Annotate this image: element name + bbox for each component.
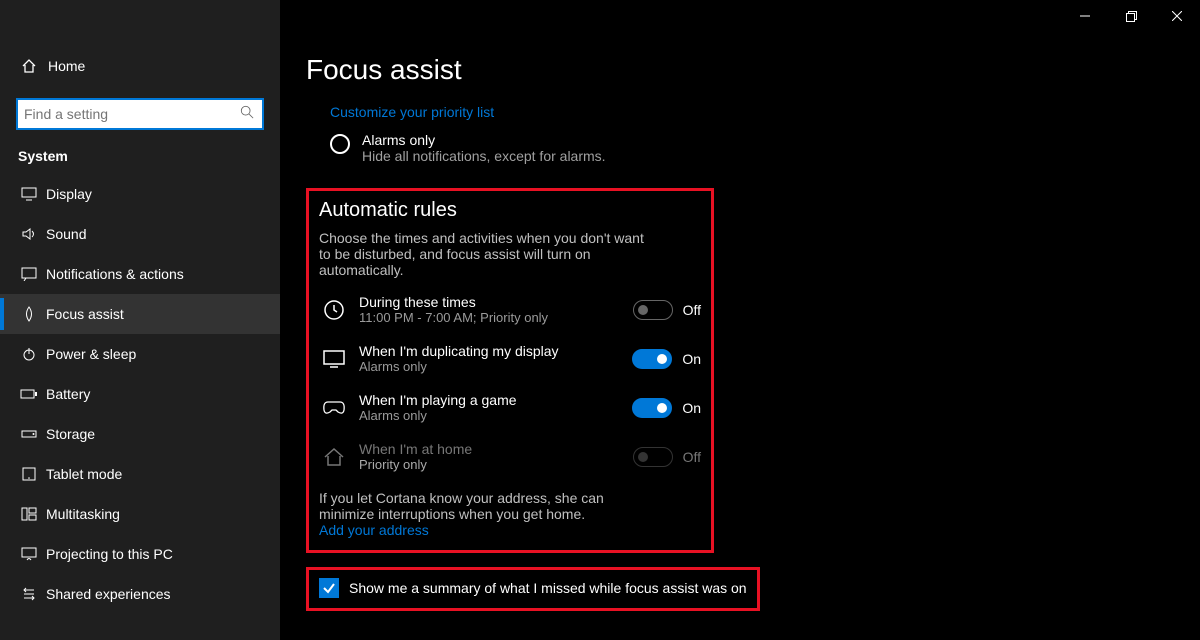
rule-during-these-times[interactable]: During these times 11:00 PM - 7:00 AM; P…: [319, 294, 701, 325]
rule-sub: Priority only: [359, 457, 623, 472]
maximize-icon: [1126, 11, 1137, 22]
rule-toggle[interactable]: [633, 300, 673, 320]
rule-duplicating-display[interactable]: When I'm duplicating my display Alarms o…: [319, 343, 701, 374]
sidebar-group-heading: System: [0, 148, 280, 164]
rule-at-home: When I'm at home Priority only Off: [319, 441, 701, 472]
focus-option-title: Alarms only: [362, 132, 606, 148]
sidebar-item-label: Shared experiences: [46, 586, 171, 602]
rule-toggle[interactable]: [632, 398, 672, 418]
power-icon: [18, 346, 40, 362]
sidebar-item-label: Battery: [46, 386, 90, 402]
sidebar-item-shared-experiences[interactable]: Shared experiences: [0, 574, 280, 614]
sidebar-item-label: Display: [46, 186, 92, 202]
add-address-link[interactable]: Add your address: [319, 522, 429, 538]
home-outline-icon: [319, 442, 349, 472]
rule-title: When I'm at home: [359, 441, 623, 457]
sidebar-item-label: Storage: [46, 426, 95, 442]
rule-sub: 11:00 PM - 7:00 AM; Priority only: [359, 310, 623, 325]
sidebar-item-multitasking[interactable]: Multitasking: [0, 494, 280, 534]
search-input[interactable]: [18, 100, 262, 128]
sidebar-item-label: Power & sleep: [46, 346, 136, 362]
tablet-icon: [18, 467, 40, 481]
sidebar-item-tablet-mode[interactable]: Tablet mode: [0, 454, 280, 494]
page-title: Focus assist: [306, 54, 1174, 86]
toggle-state-label: On: [682, 400, 701, 416]
sidebar-item-label: Projecting to this PC: [46, 546, 173, 562]
rule-sub: Alarms only: [359, 359, 622, 374]
radio-unchecked-icon: [330, 134, 350, 154]
highlight-automatic-rules: Automatic rules Choose the times and act…: [306, 188, 714, 553]
close-icon: [1172, 11, 1182, 21]
window-close-button[interactable]: [1154, 0, 1200, 32]
cortana-note: If you let Cortana know your address, sh…: [319, 490, 659, 522]
minimize-icon: [1080, 11, 1090, 21]
sidebar-item-notifications[interactable]: Notifications & actions: [0, 254, 280, 294]
projecting-icon: [18, 547, 40, 561]
summary-checkbox-label: Show me a summary of what I missed while…: [349, 580, 747, 596]
sidebar-item-label: Tablet mode: [46, 466, 122, 482]
sidebar-item-display[interactable]: Display: [0, 174, 280, 214]
notifications-icon: [18, 267, 40, 281]
window-maximize-button[interactable]: [1108, 0, 1154, 32]
rule-title: During these times: [359, 294, 623, 310]
clock-icon: [319, 295, 349, 325]
customize-priority-list-link[interactable]: Customize your priority list: [330, 104, 494, 120]
rule-title: When I'm duplicating my display: [359, 343, 622, 359]
sidebar-item-storage[interactable]: Storage: [0, 414, 280, 454]
toggle-state-label: Off: [683, 302, 701, 318]
monitor-icon: [319, 344, 349, 374]
sidebar-home-label: Home: [48, 58, 85, 74]
home-icon: [18, 58, 40, 74]
toggle-state-label: On: [682, 351, 701, 367]
toggle-state-label: Off: [683, 449, 701, 465]
sidebar-home[interactable]: Home: [0, 46, 280, 86]
sidebar-item-battery[interactable]: Battery: [0, 374, 280, 414]
sidebar-item-focus-assist[interactable]: Focus assist: [0, 294, 280, 334]
rule-sub: Alarms only: [359, 408, 622, 423]
automatic-rules-heading: Automatic rules: [319, 199, 701, 222]
display-icon: [18, 187, 40, 201]
sidebar-item-sound[interactable]: Sound: [0, 214, 280, 254]
gamepad-icon: [319, 393, 349, 423]
rule-title: When I'm playing a game: [359, 392, 622, 408]
focus-option-sub: Hide all notifications, except for alarm…: [362, 148, 606, 164]
rule-toggle[interactable]: [632, 349, 672, 369]
search-input-wrapper[interactable]: [16, 98, 264, 130]
sidebar-item-label: Notifications & actions: [46, 266, 184, 282]
rule-toggle-disabled: [633, 447, 673, 467]
multitasking-icon: [18, 507, 40, 521]
main-content: Focus assist Customize your priority lis…: [280, 32, 1200, 640]
sidebar-item-projecting[interactable]: Projecting to this PC: [0, 534, 280, 574]
summary-checkbox[interactable]: [319, 578, 339, 598]
highlight-summary-checkbox: Show me a summary of what I missed while…: [306, 567, 760, 611]
storage-icon: [18, 428, 40, 440]
window-minimize-button[interactable]: [1062, 0, 1108, 32]
automatic-rules-desc: Choose the times and activities when you…: [319, 230, 659, 278]
sound-icon: [18, 227, 40, 241]
checkmark-icon: [322, 581, 336, 595]
sidebar-item-label: Focus assist: [46, 306, 124, 322]
settings-sidebar: Home System Display Sound Notifications …: [0, 0, 280, 640]
sidebar-item-label: Multitasking: [46, 506, 120, 522]
focus-option-alarms-only[interactable]: Alarms only Hide all notifications, exce…: [330, 132, 1174, 164]
sidebar-item-power-sleep[interactable]: Power & sleep: [0, 334, 280, 374]
focus-assist-icon: [18, 306, 40, 322]
shared-icon: [18, 587, 40, 601]
battery-icon: [18, 388, 40, 400]
rule-playing-game[interactable]: When I'm playing a game Alarms only On: [319, 392, 701, 423]
sidebar-item-label: Sound: [46, 226, 86, 242]
